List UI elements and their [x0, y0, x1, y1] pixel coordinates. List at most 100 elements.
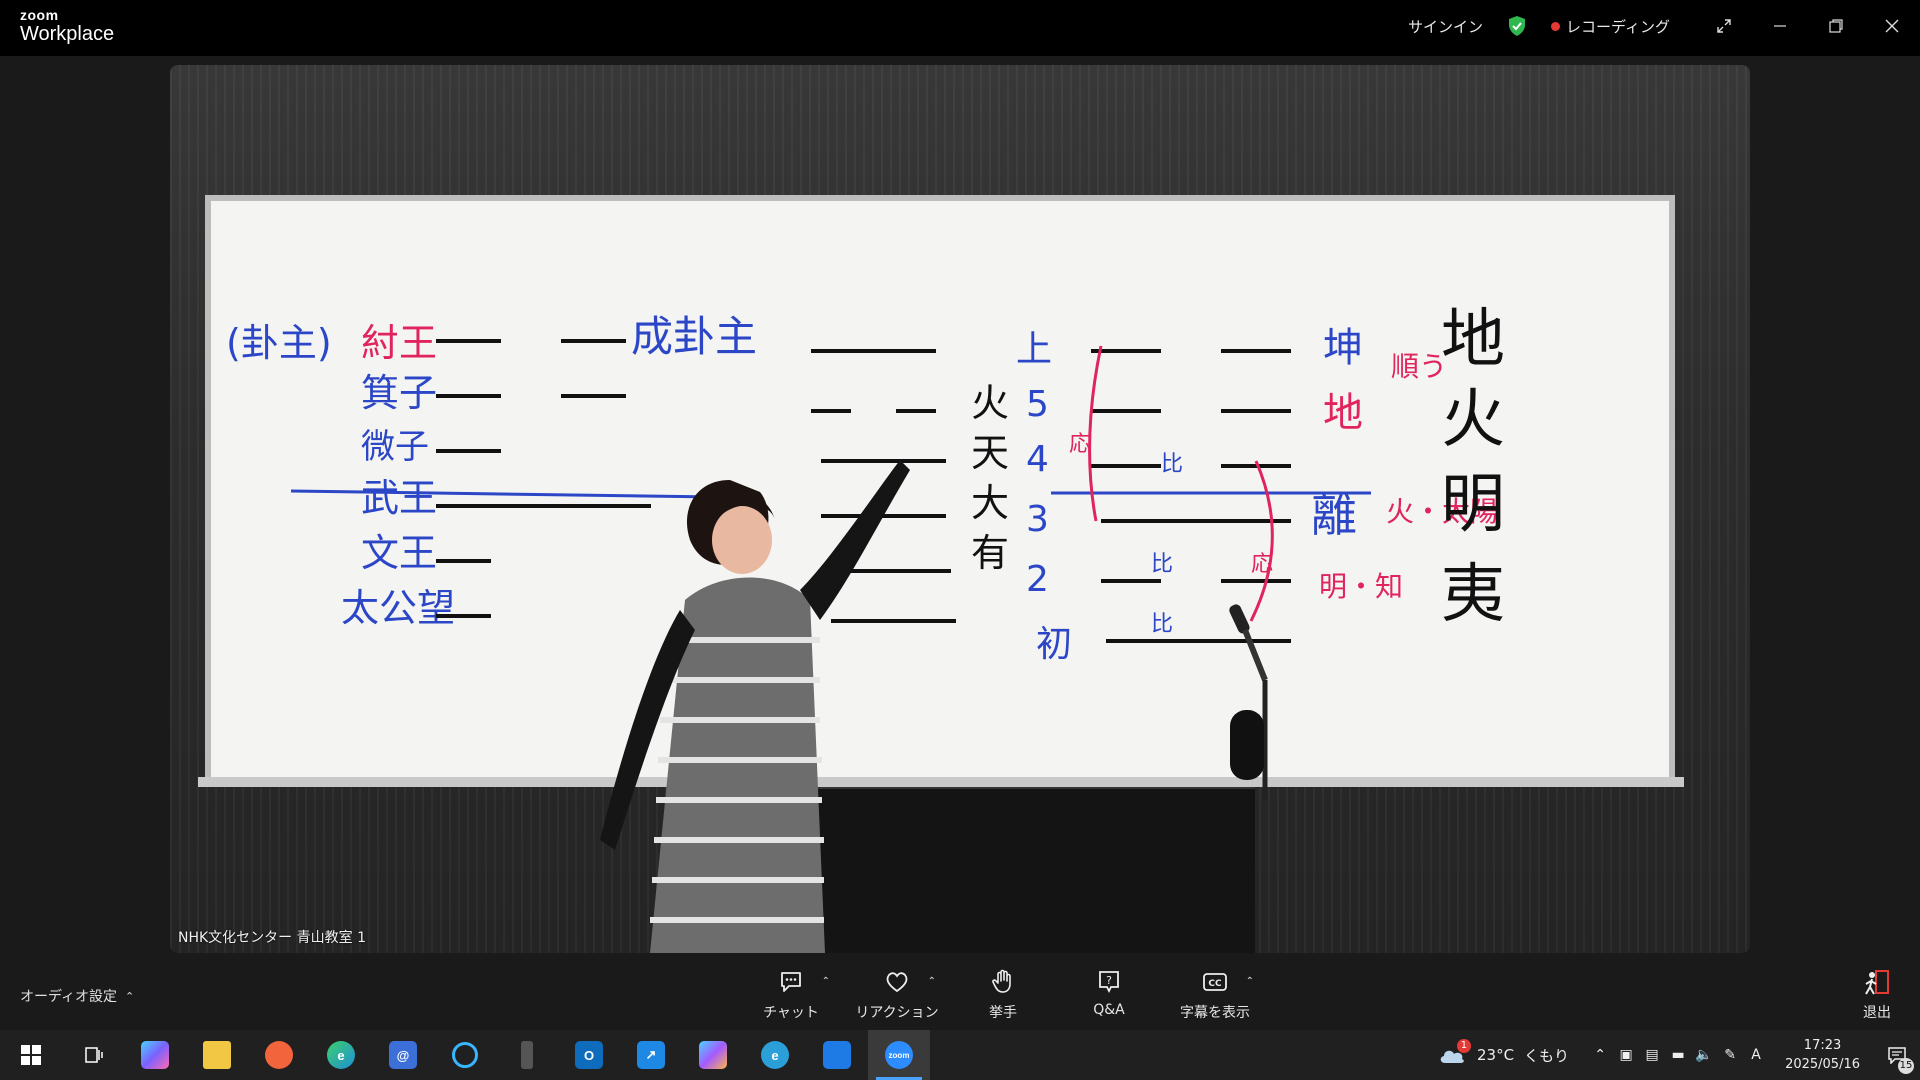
show-hidden-icons-button[interactable]: ⌃: [1587, 1030, 1613, 1080]
cc-icon: CC: [1203, 973, 1227, 991]
leave-door-icon: [1865, 970, 1889, 995]
task-view-icon: [85, 1047, 103, 1063]
taskbar-app-arrow[interactable]: ↗: [620, 1030, 682, 1080]
cloud-icon: 1: [1437, 1039, 1471, 1065]
taskbar-app-outlook[interactable]: O: [558, 1030, 620, 1080]
board-label: 天: [971, 431, 1009, 475]
chevron-up-icon[interactable]: ⌃: [822, 976, 830, 987]
network-icon: ▤: [1645, 1047, 1659, 1063]
captions-button[interactable]: CC 字幕を表示 ⌃: [1162, 968, 1268, 1022]
battery-icon: ▬: [1671, 1047, 1685, 1063]
close-button[interactable]: [1864, 0, 1920, 52]
board-label: 比: [1151, 552, 1173, 577]
qa-button[interactable]: ? Q&A: [1056, 968, 1162, 1022]
meet-now-tray-button[interactable]: ▣: [1613, 1030, 1639, 1080]
presenter-figure: [600, 460, 910, 953]
taskbar-app-orange[interactable]: [248, 1030, 310, 1080]
reaction-label: リアクション: [855, 1005, 939, 1021]
taskbar-app-store[interactable]: [806, 1030, 868, 1080]
recording-indicator[interactable]: レコーディング: [1551, 16, 1670, 37]
taskbar-app-ie[interactable]: e: [744, 1030, 806, 1080]
svg-text:?: ?: [1106, 974, 1112, 987]
recording-label: レコーディング: [1566, 17, 1670, 36]
board-label: 箕子: [361, 371, 437, 415]
store-icon: [823, 1041, 851, 1069]
taskbar-app-device[interactable]: [496, 1030, 558, 1080]
start-button[interactable]: [0, 1030, 62, 1080]
chevron-up-icon: ⌃: [125, 989, 135, 1003]
taskbar-app-file-explorer[interactable]: [186, 1030, 248, 1080]
taskbar-app-edge[interactable]: e: [310, 1030, 372, 1080]
minimize-icon: [1774, 25, 1786, 27]
taskbar-app-zoom[interactable]: zoom: [868, 1030, 930, 1080]
copilot-pro-icon: [699, 1041, 727, 1069]
microphone: [1229, 604, 1268, 800]
ie-icon: e: [761, 1041, 789, 1069]
board-label: 3: [1026, 499, 1049, 540]
taskbar-app-cortana[interactable]: [434, 1030, 496, 1080]
ime-mode-button[interactable]: A: [1743, 1030, 1769, 1080]
board-title-char: 火: [1441, 383, 1505, 457]
outlook-icon: O: [575, 1041, 603, 1069]
leave-button[interactable]: 退出: [1862, 968, 1892, 1022]
notification-center-button[interactable]: 15: [1874, 1030, 1920, 1080]
board-label: 比: [1161, 452, 1183, 477]
taskbar-app-copilot-pro[interactable]: [682, 1030, 744, 1080]
chevron-up-icon[interactable]: ⌃: [1246, 976, 1254, 987]
fullscreen-button[interactable]: [1696, 0, 1752, 52]
svg-text:CC: CC: [1208, 979, 1222, 989]
pen-tray-button[interactable]: ✎: [1717, 1030, 1743, 1080]
clock-date: 2025/05/16: [1785, 1057, 1860, 1072]
chevron-up-icon[interactable]: ⌃: [928, 976, 936, 987]
board-label: 明・知: [1319, 570, 1403, 603]
zoom-app-icon: zoom: [885, 1041, 913, 1069]
chat-button[interactable]: チャット ⌃: [738, 968, 844, 1022]
board-label: 火: [971, 381, 1009, 425]
device-icon: [521, 1041, 533, 1069]
volume-tray-button[interactable]: 🔈: [1691, 1030, 1717, 1080]
restore-button[interactable]: [1808, 0, 1864, 52]
raise-hand-button[interactable]: 挙手: [950, 968, 1056, 1022]
chat-icon: [781, 972, 801, 992]
board-label: 微子: [361, 427, 429, 467]
sign-in-link[interactable]: サインイン: [1408, 16, 1483, 37]
participant-name-label: NHK文化センター 青山教室 1: [178, 930, 366, 946]
edge-icon: e: [327, 1041, 355, 1069]
board-label: 順う: [1391, 350, 1447, 383]
board-label: 有: [971, 531, 1009, 575]
weather-widget[interactable]: 1 23°C くもり: [1437, 1039, 1570, 1066]
board-label: 太公望: [341, 586, 455, 630]
system-clock[interactable]: 17:23 2025/05/16: [1785, 1036, 1860, 1074]
reaction-button[interactable]: リアクション ⌃: [844, 968, 950, 1022]
app-orange-icon: [265, 1041, 293, 1069]
battery-tray-button[interactable]: ▬: [1665, 1030, 1691, 1080]
arrow-app-icon: ↗: [637, 1041, 665, 1069]
weather-desc: くもり: [1524, 1046, 1570, 1065]
taskbar-app-copilot[interactable]: [124, 1030, 186, 1080]
whiteboard-tray: [198, 777, 1684, 787]
qa-label: Q&A: [1093, 1002, 1125, 1018]
board-label: 大: [971, 481, 1009, 525]
brand-small: zoom: [20, 7, 59, 23]
weather-temp: 23°C: [1476, 1046, 1515, 1064]
raise-hand-label: 挙手: [989, 1005, 1017, 1021]
whiteboard: (卦主) 紂王 箕子 微子 武王 文王 太公望 成卦主 火 天 大 有 上 5 …: [205, 195, 1675, 785]
audio-settings-button[interactable]: オーディオ設定 ⌃: [20, 986, 134, 1006]
leave-label: 退出: [1863, 1005, 1891, 1021]
network-tray-button[interactable]: ▤: [1639, 1030, 1665, 1080]
expand-icon: [1717, 19, 1731, 33]
board-label: 紂王: [361, 321, 437, 365]
taskbar-app-mail[interactable]: @: [372, 1030, 434, 1080]
security-shield-icon[interactable]: [1507, 15, 1527, 37]
recording-dot-icon: [1551, 21, 1561, 31]
title-bar: zoom Workplace サインイン レコーディング: [0, 0, 1920, 56]
restore-icon: [1829, 19, 1843, 33]
board-label: 比: [1151, 612, 1173, 637]
mail-app-icon: @: [389, 1041, 417, 1069]
board-label: 成卦主: [631, 312, 757, 361]
participant-video[interactable]: (卦主) 紂王 箕子 微子 武王 文王 太公望 成卦主 火 天 大 有 上 5 …: [170, 65, 1750, 953]
meeting-toolbar: オーディオ設定 ⌃ チャット ⌃ リアクション ⌃ 挙手 ? Q&A CC 字幕…: [0, 954, 1920, 1030]
task-view-button[interactable]: [62, 1030, 124, 1080]
minimize-button[interactable]: [1752, 0, 1808, 52]
clock-time: 17:23: [1803, 1038, 1842, 1053]
